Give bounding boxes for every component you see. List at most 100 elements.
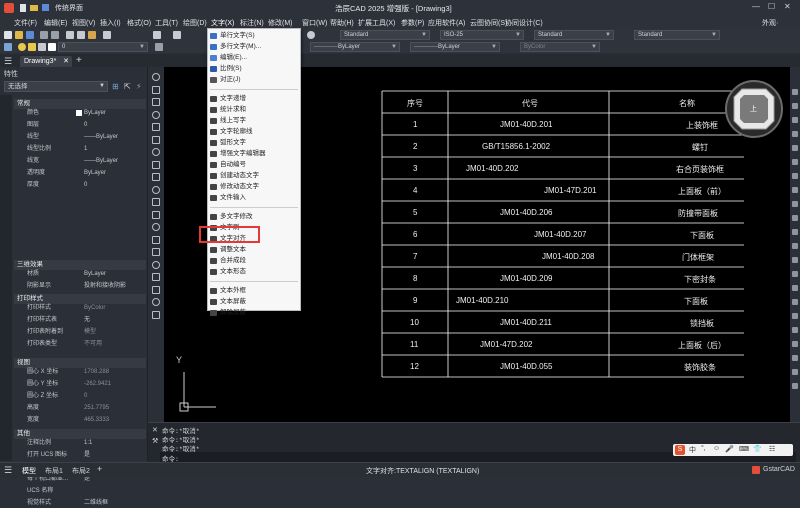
prop-row[interactable]: 线宽 ——ByLayer <box>0 156 146 166</box>
print-icon[interactable] <box>40 31 48 39</box>
text-menu-item[interactable]: 文件输入 <box>208 193 300 203</box>
copy-icon[interactable] <box>77 31 85 39</box>
text-menu-item[interactable]: 单行文字(S) <box>208 31 300 41</box>
status-menu-icon[interactable]: ☰ <box>4 465 12 476</box>
prop-row[interactable]: 图层 0 <box>0 120 146 130</box>
right-tool-icon[interactable] <box>792 355 798 361</box>
ime-menu-icon[interactable]: ☷ <box>769 445 775 453</box>
prop-row[interactable]: 注释比例 1:1 <box>0 438 146 448</box>
prop-row[interactable]: 线型 ——ByLayer <box>0 132 146 142</box>
text-menu-item[interactable]: 文本屏蔽 <box>208 297 300 307</box>
insert-icon[interactable] <box>152 210 160 219</box>
prop-row[interactable]: 宽度 465.3333 <box>0 415 146 425</box>
text-menu-item[interactable]: 自动编号 <box>208 160 300 170</box>
right-tool-icon[interactable] <box>792 369 798 375</box>
menu-apps[interactable]: 应用软件(A) <box>428 18 465 28</box>
circle-icon[interactable] <box>152 148 160 156</box>
menu-text[interactable]: 文字(X) <box>211 18 234 28</box>
text-menu-item[interactable]: 统计求和 <box>208 105 300 115</box>
layer-manager-icon[interactable] <box>4 43 12 51</box>
text-menu-item[interactable]: 解除屏蔽 <box>208 308 300 318</box>
layer-prev-icon[interactable] <box>155 43 163 51</box>
layer-select[interactable]: 0 ▼ <box>58 42 148 52</box>
new-icon[interactable] <box>20 4 26 12</box>
right-tool-icon[interactable] <box>792 215 798 221</box>
save-icon[interactable] <box>42 4 49 11</box>
sun-icon[interactable] <box>28 43 36 51</box>
menu-file[interactable]: 文件(F) <box>14 18 37 28</box>
menu-modify[interactable]: 修改(M) <box>268 18 293 28</box>
mtext-icon[interactable] <box>152 298 160 306</box>
plotstyle-select[interactable]: ByColor ▼ <box>520 42 600 52</box>
close-cmd-icon[interactable]: ✕ <box>152 426 158 434</box>
prop-row[interactable]: 打印样式表 无 <box>0 315 146 325</box>
quick-access-label[interactable]: 传统界面 <box>55 3 83 13</box>
text-menu-item[interactable]: 多文字修改 <box>208 212 300 222</box>
new-icon[interactable] <box>4 31 12 39</box>
prop-row[interactable]: 材质 ByLayer <box>0 269 146 279</box>
save-icon[interactable] <box>26 31 34 39</box>
rect-icon[interactable] <box>152 110 160 119</box>
menu-view[interactable]: 视图(V) <box>72 18 95 28</box>
right-tool-icon[interactable] <box>792 89 798 95</box>
prop-row[interactable]: 打印样式 ByColor <box>0 303 146 313</box>
menu-ext-tools[interactable]: 扩展工具(X) <box>358 18 395 28</box>
text-menu-item[interactable]: 弧形文字 <box>208 138 300 148</box>
right-tool-icon[interactable] <box>792 117 798 123</box>
prop-row[interactable]: 打印表附着到 模型 <box>0 327 146 337</box>
tab-layout2[interactable]: 布局2 <box>72 466 90 476</box>
tab-model[interactable]: 模型 <box>22 466 36 476</box>
ime-keyboard-icon[interactable]: ⌨ <box>739 445 749 453</box>
wrench-icon[interactable]: ⚒ <box>152 437 158 445</box>
right-tool-icon[interactable] <box>792 103 798 109</box>
prop-row[interactable]: 阴影显示 投射和接收阴影 <box>0 281 146 291</box>
prop-row[interactable]: 视觉样式 二维线框 <box>0 498 146 508</box>
menu-collab[interactable]: 协同设计(C) <box>505 18 543 28</box>
prop-row[interactable]: 圆心 X 坐标 1708.288 <box>0 367 146 377</box>
menu-window[interactable]: 窗口(W) <box>302 18 327 28</box>
revcloud-icon[interactable] <box>152 160 160 169</box>
ime-mic-icon[interactable]: 🎤 <box>725 445 734 453</box>
right-tool-icon[interactable] <box>792 299 798 305</box>
maximize-icon[interactable]: ☐ <box>768 2 775 11</box>
new-tab-icon[interactable]: + <box>76 55 82 66</box>
right-tool-icon[interactable] <box>792 327 798 333</box>
close-tab-icon[interactable]: ✕ <box>63 56 69 67</box>
text-menu-item[interactable]: 创建动态文字 <box>208 171 300 181</box>
menu-edit[interactable]: 编辑(E) <box>44 18 67 28</box>
layer-color-icon[interactable] <box>48 43 56 51</box>
quick-select-icon[interactable]: ⚡ <box>136 82 142 91</box>
table-style-select[interactable]: Standard ▼ <box>534 30 614 40</box>
polygon-icon[interactable] <box>152 135 160 144</box>
close-icon[interactable]: ✕ <box>784 2 791 11</box>
viewcube-top-face[interactable]: 上 <box>750 104 757 114</box>
dim-style-select[interactable]: ISO-25 ▼ <box>440 30 524 40</box>
ime-skin-icon[interactable]: 👕 <box>753 445 762 453</box>
prop-row[interactable]: 线型比例 1 <box>0 144 146 154</box>
menu-tools[interactable]: 工具(T) <box>155 18 178 28</box>
arc2-icon[interactable] <box>152 173 160 181</box>
paste-icon[interactable] <box>88 31 96 39</box>
gradient-icon[interactable] <box>152 260 160 269</box>
text-menu-item[interactable]: 编辑(E)... <box>208 53 300 63</box>
ellipse-arc-icon[interactable] <box>152 198 160 206</box>
prop-row[interactable]: UCS 名称 <box>0 486 146 496</box>
text-menu-item[interactable]: 对正(J) <box>208 75 300 85</box>
menu-help[interactable]: 帮助(H) <box>330 18 354 28</box>
prop-row[interactable]: 打印表类型 不可用 <box>0 339 146 349</box>
right-tool-icon[interactable] <box>792 313 798 319</box>
text-menu-item[interactable]: 增强文字编辑器 <box>208 149 300 159</box>
prop-row[interactable]: 圆心 Y 坐标 -262.9421 <box>0 379 146 389</box>
prop-row[interactable]: 厚度 0 <box>0 180 146 190</box>
ellipse-icon[interactable] <box>152 185 160 194</box>
text-menu-item[interactable]: 线上写字 <box>208 116 300 126</box>
text-menu-item[interactable]: 文字递增 <box>208 94 300 104</box>
minimize-icon[interactable]: — <box>752 2 760 11</box>
hamburger-icon[interactable]: ☰ <box>4 56 12 67</box>
open-icon[interactable] <box>15 31 23 39</box>
right-tool-icon[interactable] <box>792 271 798 277</box>
menu-dimension[interactable]: 标注(N) <box>240 18 264 28</box>
tab-layout1[interactable]: 布局1 <box>45 466 63 476</box>
lineweight-select[interactable]: ————ByLayer ▼ <box>410 42 500 52</box>
polyline-icon[interactable] <box>152 85 160 94</box>
